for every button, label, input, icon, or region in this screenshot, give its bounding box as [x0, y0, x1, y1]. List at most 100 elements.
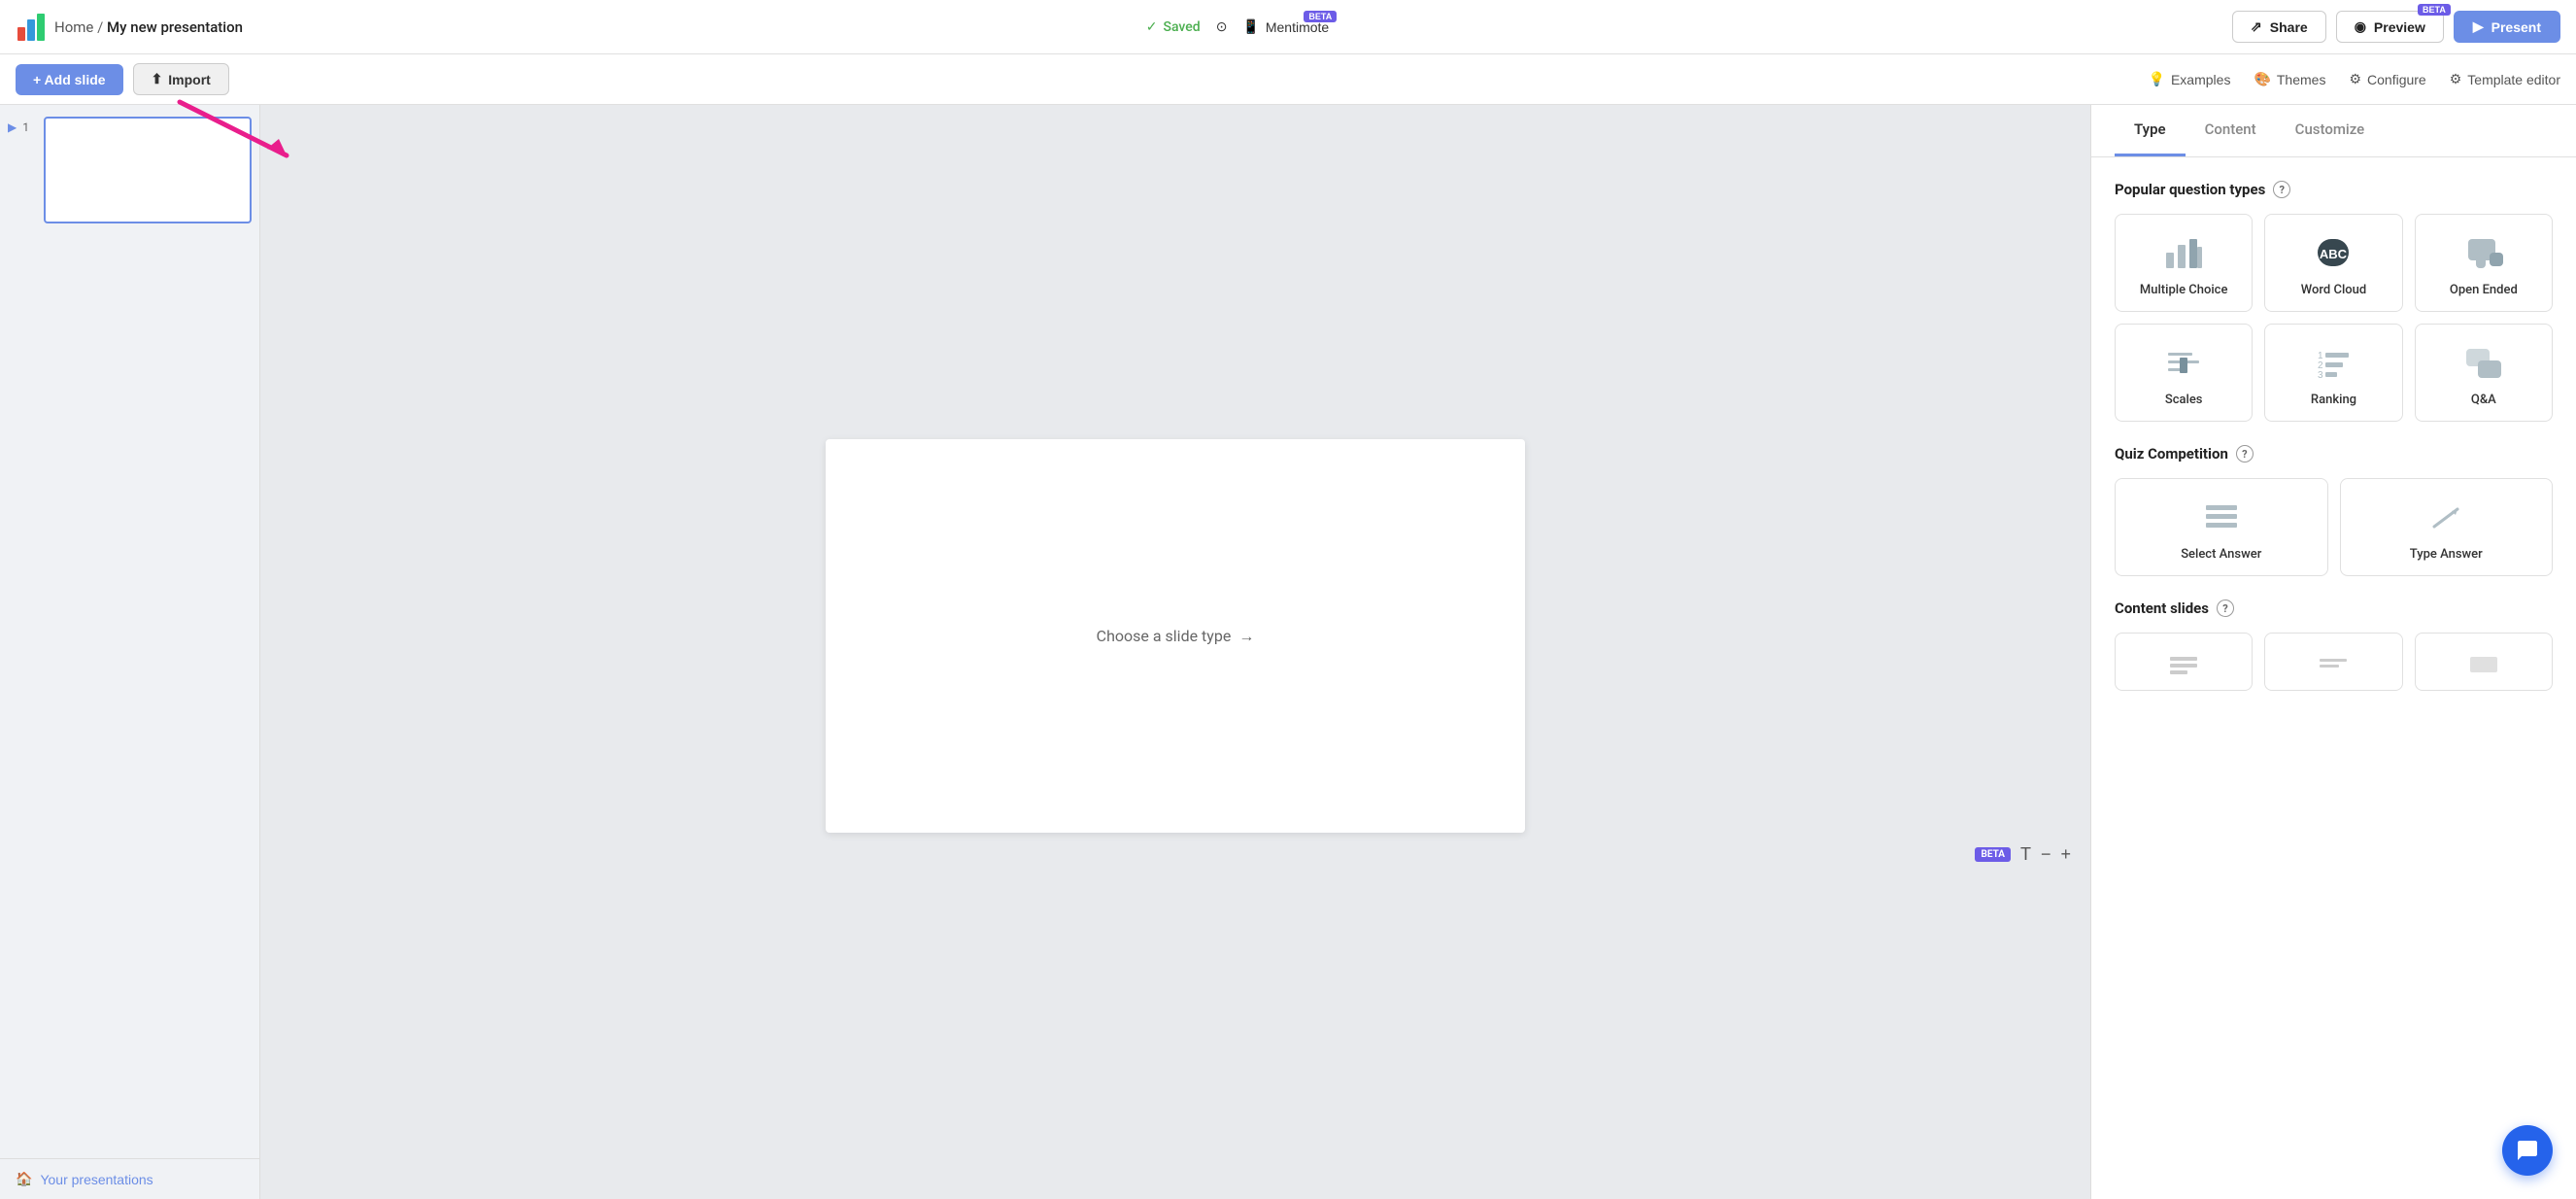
right-panel-tabs: Type Content Customize: [2091, 105, 2576, 157]
type-card-open-ended[interactable]: Open Ended: [2415, 214, 2553, 312]
type-card-qna[interactable]: Q&A: [2415, 324, 2553, 422]
breadcrumb: Home / My new presentation: [54, 18, 243, 36]
tab-content[interactable]: Content: [2186, 105, 2276, 156]
sidebar-bottom: 🏠 Your presentations: [0, 1158, 259, 1199]
type-card-label: Open Ended: [2450, 283, 2518, 297]
examples-label: Examples: [2171, 72, 2230, 87]
nav-left: Home / My new presentation: [16, 12, 243, 43]
presentation-name[interactable]: My new presentation: [107, 18, 243, 36]
your-presentations-button[interactable]: 🏠 Your presentations: [16, 1171, 153, 1187]
gear-icon: ⚙: [2349, 71, 2361, 87]
nav-center: ✓ Saved ⊙ 📱 Mentimote BETA: [1146, 18, 1329, 35]
toolbar-right: 💡 Examples 🎨 Themes ⚙ Configure ⚙ Templa…: [2149, 71, 2560, 87]
type-card-select-answer[interactable]: Select Answer: [2115, 478, 2328, 576]
examples-button[interactable]: 💡 Examples: [2149, 71, 2231, 87]
chat-fab-button[interactable]: [2502, 1125, 2553, 1176]
toolbar-left: + Add slide ⬆ Import: [16, 63, 229, 95]
svg-text:3: 3: [2318, 370, 2323, 381]
home-icon: 🏠: [16, 1171, 32, 1187]
type-card-label: Select Answer: [2181, 547, 2261, 562]
configure-button[interactable]: ⚙ Configure: [2349, 71, 2425, 87]
zoom-in-button[interactable]: +: [2060, 844, 2071, 865]
canvas-bottom-bar: BETA T − +: [1975, 844, 2071, 865]
word-cloud-icon: ABC: [2310, 234, 2356, 273]
preview-label: Preview: [2374, 19, 2425, 35]
help-button[interactable]: ⊙: [1216, 18, 1228, 35]
content-section-title: Content slides ?: [2115, 600, 2553, 617]
nav-right: ⇗ Share ◉ Preview BETA ▶ Present: [2232, 11, 2560, 43]
saved-text: Saved: [1164, 19, 1201, 35]
palette-icon: 🎨: [2254, 71, 2270, 87]
right-panel-content: Popular question types ? Multiple Choice: [2091, 157, 2576, 737]
type-card-content-2[interactable]: [2264, 633, 2402, 691]
template-icon: ⚙: [2450, 71, 2462, 87]
type-card-multiple-choice[interactable]: Multiple Choice: [2115, 214, 2253, 312]
share-button[interactable]: ⇗ Share: [2232, 11, 2326, 43]
play-icon: ▶: [2473, 18, 2484, 35]
choose-slide-text: Choose a slide type: [1097, 627, 1232, 645]
template-editor-button[interactable]: ⚙ Template editor: [2450, 71, 2560, 87]
type-card-ranking[interactable]: 1 2 3 Ranking: [2264, 324, 2402, 422]
add-slide-button[interactable]: + Add slide: [16, 64, 123, 95]
preview-beta-badge: BETA: [2418, 4, 2451, 16]
quiz-help-icon[interactable]: ?: [2236, 445, 2254, 462]
present-label: Present: [2491, 19, 2541, 35]
content-help-icon[interactable]: ?: [2217, 600, 2234, 617]
present-button[interactable]: ▶ Present: [2454, 11, 2560, 43]
share-icon: ⇗: [2251, 18, 2262, 35]
mentimote-button[interactable]: 📱 Mentimote BETA: [1242, 18, 1329, 35]
tab-customize[interactable]: Customize: [2276, 105, 2385, 156]
app-logo: [16, 12, 47, 43]
open-ended-icon: [2460, 234, 2507, 273]
text-tool-button[interactable]: T: [2020, 844, 2031, 865]
slide-number: 1: [22, 117, 38, 134]
breadcrumb-separator: /: [97, 18, 107, 36]
add-slide-label: + Add slide: [33, 72, 106, 87]
home-link[interactable]: Home: [54, 18, 93, 36]
top-navigation: Home / My new presentation ✓ Saved ⊙ 📱 M…: [0, 0, 2576, 54]
themes-label: Themes: [2277, 72, 2326, 87]
svg-text:ABC: ABC: [2320, 247, 2348, 261]
bulb-icon: 💡: [2149, 71, 2165, 87]
mentimote-beta-badge: BETA: [1304, 11, 1337, 22]
arrow-right-icon: →: [1238, 627, 1254, 646]
left-sidebar: ▶ 1 🏠 Your presentations: [0, 105, 260, 1199]
popular-section-title-text: Popular question types: [2115, 181, 2265, 198]
upload-icon: ⬆: [152, 71, 163, 87]
content-types-grid: [2115, 633, 2553, 691]
choose-slide-prompt: Choose a slide type →: [1097, 627, 1255, 646]
scales-icon: [2160, 344, 2207, 383]
type-card-type-answer[interactable]: Type Answer: [2340, 478, 2554, 576]
themes-button[interactable]: 🎨 Themes: [2254, 71, 2325, 87]
slide-thumbnail[interactable]: [44, 117, 252, 223]
content-section-title-text: Content slides: [2115, 600, 2209, 617]
ranking-icon: 1 2 3: [2310, 344, 2356, 383]
center-canvas: Choose a slide type → BETA T − +: [260, 105, 2090, 1199]
beta-label: BETA: [1975, 847, 2011, 862]
question-circle-icon: ⊙: [1216, 18, 1228, 35]
quiz-section-title: Quiz Competition ?: [2115, 445, 2553, 462]
qna-icon: [2460, 344, 2507, 383]
quiz-section-title-text: Quiz Competition: [2115, 445, 2228, 462]
main-layout: ▶ 1 🏠 Your presentations Choose a slide …: [0, 105, 2576, 1199]
preview-button[interactable]: ◉ Preview BETA: [2336, 11, 2444, 43]
play-indicator-icon: ▶: [8, 117, 17, 134]
import-button[interactable]: ⬆ Import: [133, 63, 229, 95]
type-answer-icon: [2423, 498, 2469, 537]
type-card-content-3[interactable]: [2415, 633, 2553, 691]
type-card-scales[interactable]: Scales: [2115, 324, 2253, 422]
quiz-types-grid: Select Answer Type Answer: [2115, 478, 2553, 576]
type-card-content-1[interactable]: [2115, 633, 2253, 691]
select-answer-icon: [2198, 498, 2245, 537]
multiple-choice-icon: [2160, 234, 2207, 273]
eye-icon: ◉: [2355, 18, 2366, 35]
zoom-out-button[interactable]: −: [2041, 844, 2051, 865]
type-card-label: Word Cloud: [2301, 283, 2366, 297]
type-card-label: Type Answer: [2410, 547, 2483, 562]
popular-section-title: Popular question types ?: [2115, 181, 2553, 198]
popular-help-icon[interactable]: ?: [2273, 181, 2290, 198]
slide-canvas[interactable]: Choose a slide type →: [826, 439, 1525, 833]
type-card-label: Ranking: [2311, 393, 2356, 407]
tab-type[interactable]: Type: [2115, 105, 2186, 156]
type-card-word-cloud[interactable]: ABC Word Cloud: [2264, 214, 2402, 312]
